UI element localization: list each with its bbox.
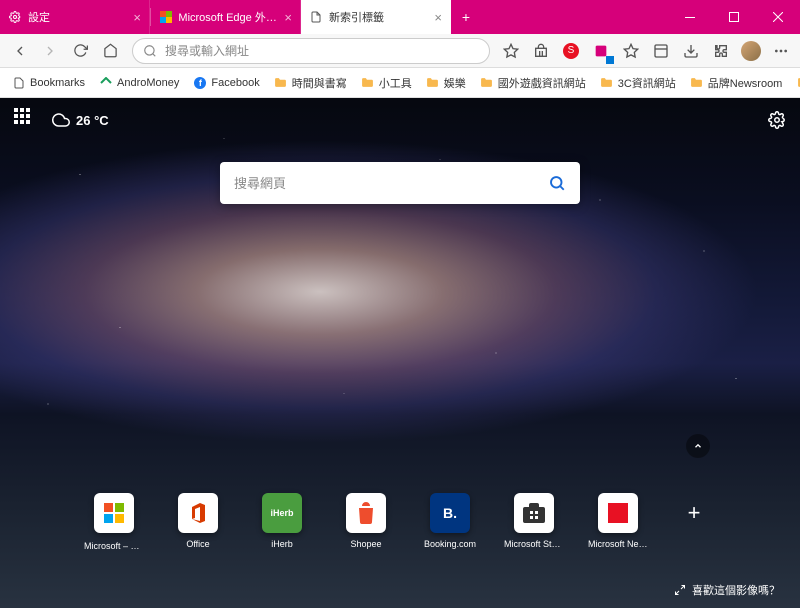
gear-icon [8, 10, 22, 24]
tab-label: Microsoft Edge 外掛程式 - 傷腦 [178, 9, 278, 25]
bookmark-folder[interactable]: 娛樂 [420, 73, 472, 93]
toolbar: 搜尋或輸入網址 S [0, 34, 800, 68]
forward-button[interactable] [36, 37, 64, 65]
tab-bar: 設定 × Microsoft Edge 外掛程式 - 傷腦 × 新索引標籤 × … [0, 0, 800, 34]
expand-button[interactable] [686, 434, 710, 458]
home-button[interactable] [96, 37, 124, 65]
close-icon[interactable]: × [434, 10, 442, 25]
folder-icon [690, 76, 704, 90]
tile-msnews[interactable]: Microsoft News [590, 493, 646, 549]
tab-settings[interactable]: 設定 × [0, 0, 150, 34]
extension-generic-button[interactable] [648, 38, 674, 64]
search-box[interactable] [220, 162, 580, 204]
search-icon [143, 44, 157, 58]
tile-microsoft[interactable]: Microsoft – 官... [86, 493, 142, 552]
bookmark-folder[interactable]: 國外遊戲資訊網站 [474, 73, 592, 93]
tile-iherb[interactable]: iHerbiHerb [254, 493, 310, 549]
page-icon [309, 10, 323, 24]
extension-collections-button[interactable] [588, 38, 614, 64]
back-button[interactable] [6, 37, 34, 65]
folder-icon [361, 76, 375, 90]
like-image-link[interactable]: 喜歡這個影像嗎？ [674, 582, 780, 598]
temperature: 26 °C [76, 113, 109, 128]
tab-extensions[interactable]: Microsoft Edge 外掛程式 - 傷腦 × [151, 0, 301, 34]
cloud-icon [52, 111, 70, 129]
extension-favorite-button[interactable] [498, 38, 524, 64]
tile-office[interactable]: Office [170, 493, 226, 549]
maximize-button[interactable] [712, 0, 756, 34]
app-icon [99, 76, 113, 90]
page-settings-button[interactable] [768, 111, 786, 129]
bookmark-folder[interactable]: 3C資訊網站 [594, 73, 682, 93]
address-placeholder: 搜尋或輸入網址 [165, 42, 249, 59]
refresh-button[interactable] [66, 37, 94, 65]
folder-icon [796, 76, 800, 90]
folder-icon [274, 76, 288, 90]
facebook-icon: f [193, 76, 207, 90]
tile-booking[interactable]: B.Booking.com [422, 493, 478, 549]
tab-label: 新索引標籤 [329, 9, 384, 25]
folder-icon [480, 76, 494, 90]
bookmark-item[interactable]: AndroMoney [93, 74, 185, 92]
menu-button[interactable] [768, 38, 794, 64]
close-window-button[interactable] [756, 0, 800, 34]
bookmark-folder[interactable]: 時間與書寫 [268, 73, 353, 93]
apps-launcher-button[interactable] [14, 108, 38, 132]
tab-label: 設定 [28, 9, 50, 25]
extension-puzzle-button[interactable] [708, 38, 734, 64]
search-icon[interactable] [548, 174, 566, 192]
bookmarks-bar: Bookmarks AndroMoney fFacebook 時間與書寫 小工具… [0, 68, 800, 98]
extension-shopping-button[interactable] [528, 38, 554, 64]
expand-icon [674, 584, 686, 596]
add-tile-button[interactable]: + [674, 493, 714, 533]
bookmark-folder[interactable]: 線上雜誌 [790, 73, 800, 93]
tile-msstore[interactable]: Microsoft Store [506, 493, 562, 549]
tile-shopee[interactable]: Shopee [338, 493, 394, 549]
bookmark-item[interactable]: Bookmarks [6, 74, 91, 92]
close-icon[interactable]: × [284, 10, 292, 25]
bookmark-folder[interactable]: 品牌Newsroom [684, 73, 789, 93]
search-input[interactable] [234, 176, 548, 191]
window-controls [668, 0, 800, 34]
address-bar[interactable]: 搜尋或輸入網址 [132, 38, 490, 64]
folder-icon [426, 76, 440, 90]
bookmark-item[interactable]: fFacebook [187, 74, 265, 92]
new-tab-page: 26 °C Microsoft – 官... Office iHerbiHerb… [0, 98, 800, 608]
profile-avatar[interactable] [738, 38, 764, 64]
tab-newtab[interactable]: 新索引標籤 × [301, 0, 451, 34]
weather-widget[interactable]: 26 °C [52, 111, 109, 129]
edge-icon [159, 10, 172, 24]
new-tab-button[interactable]: + [451, 0, 481, 34]
extension-red-badge-button[interactable]: S [558, 38, 584, 64]
bookmark-folder[interactable]: 小工具 [355, 73, 418, 93]
page-icon [12, 76, 26, 90]
folder-icon [600, 76, 614, 90]
quick-links: Microsoft – 官... Office iHerbiHerb Shope… [86, 493, 714, 552]
minimize-button[interactable] [668, 0, 712, 34]
extension-downloads-button[interactable] [678, 38, 704, 64]
extension-favorites-button[interactable] [618, 38, 644, 64]
close-icon[interactable]: × [133, 10, 141, 25]
